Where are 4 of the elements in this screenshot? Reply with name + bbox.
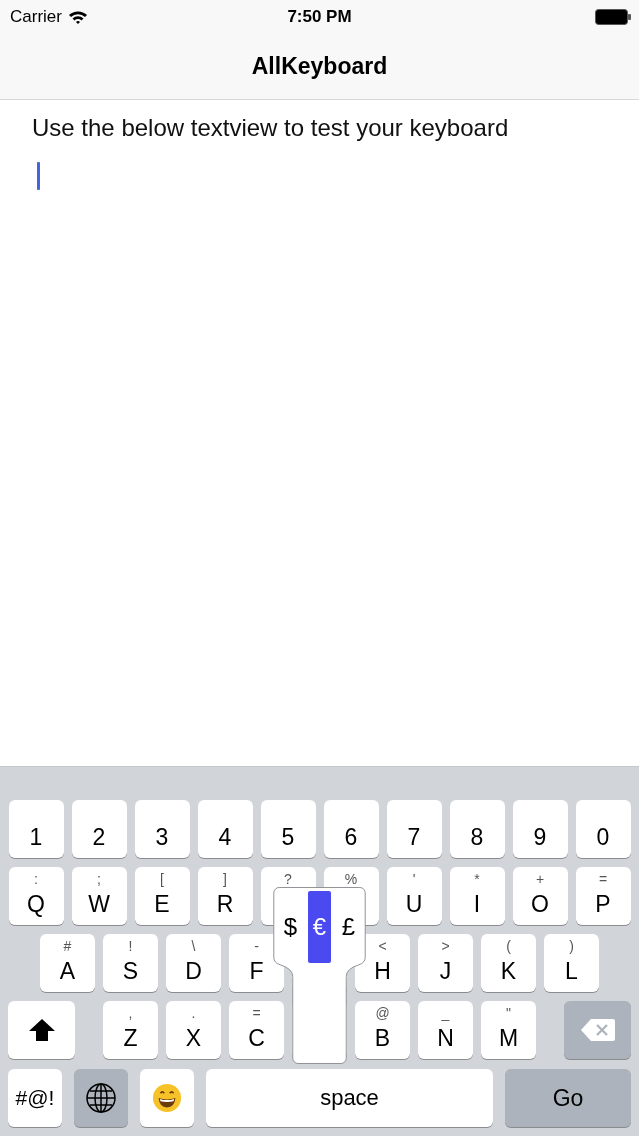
status-time: 7:50 PM <box>287 7 352 27</box>
nav-title: AllKeyboard <box>251 53 388 80</box>
instruction-text: Use the below textview to test your keyboard <box>32 114 510 142</box>
carrier-label: Carrier <box>10 7 62 27</box>
